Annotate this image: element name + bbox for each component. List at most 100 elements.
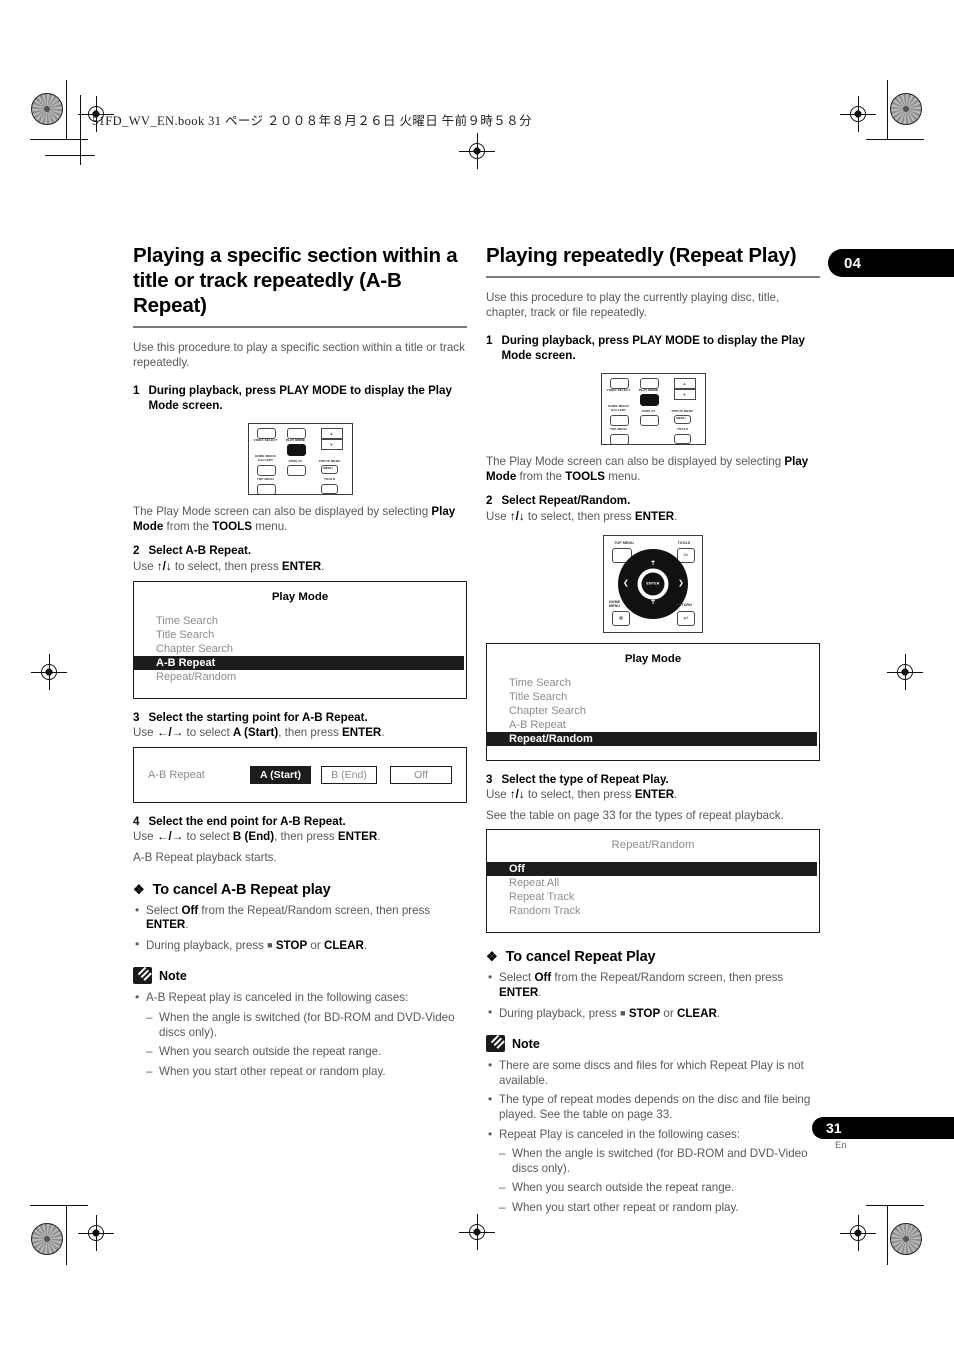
dpad-arrow-up-icon[interactable]: ✝ xyxy=(650,560,656,567)
remote2-label-play-mode: PLAY MODE xyxy=(639,388,658,393)
right-step-2-enter-key: ENTER xyxy=(634,509,675,523)
left-intro-text: Use this procedure to play a specific se… xyxy=(133,341,465,369)
right-play-mode-title: Play Mode xyxy=(624,652,682,665)
left-ab-repeat-screen: A-B Repeat A (Start) B (End) Off xyxy=(133,746,467,803)
right-step-2-arrow-icons: ↑/↓ xyxy=(509,509,525,523)
left-play-mode-item-4[interactable]: Repeat/Random xyxy=(134,670,466,684)
left-step-1: 1 During playback, press PLAY MODE to di… xyxy=(133,384,467,413)
left-play-mode-item-0[interactable]: Time Search xyxy=(134,614,466,628)
right-remote-caption: The Play Mode screen can also be display… xyxy=(486,455,820,484)
left-step-2: 2 Select A-B Repeat. xyxy=(133,544,467,559)
ab-repeat-chip-off[interactable]: Off xyxy=(390,765,452,784)
left-cancel-b1-enter: ENTER xyxy=(146,918,186,932)
right-intro-text: Use this procedure to play the currently… xyxy=(486,291,780,319)
diamond-icon: ❖ xyxy=(133,881,145,897)
left-remote-caption-tools: TOOLS xyxy=(212,519,252,533)
left-note-bullet: A-B Repeat play is canceled in the follo… xyxy=(133,990,467,1006)
dpad-enter-button[interactable]: ENTER xyxy=(641,572,665,596)
right-step-3-enter-key: ENTER xyxy=(634,788,675,802)
left-play-mode-title: Play Mode xyxy=(271,590,329,603)
right-repeat-item-0-selected[interactable]: Off xyxy=(487,862,817,877)
pencil-note-icon-right xyxy=(486,1035,505,1053)
left-remote-caption-c: from the xyxy=(163,519,213,533)
right-step-3-text: Select the type of Repeat Play. xyxy=(501,772,669,786)
left-cancel-b2-stop: STOP xyxy=(275,938,308,952)
right-step-1-number: 1 xyxy=(486,334,493,347)
right-cancel-bullet-1: Select Off from the Repeat/Random screen… xyxy=(486,970,820,1000)
dpad-button-return: ↩ xyxy=(677,610,695,626)
right-remote-caption-c: from the xyxy=(516,469,566,483)
left-play-mode-item-1[interactable]: Title Search xyxy=(134,628,466,642)
left-step-4-text: Select the end point for A-B Repeat. xyxy=(148,814,346,828)
left-cancel-heading: ❖ To cancel A-B Repeat play xyxy=(133,882,467,898)
right-play-mode-item-1[interactable]: Title Search xyxy=(487,690,819,704)
right-step-3-sub-b: to select, then press xyxy=(524,788,635,802)
right-step-1-text: During playback, press PLAY MODE to disp… xyxy=(501,334,805,362)
left-step-3-sub-a: Use xyxy=(133,726,157,740)
right-note-bullet-2: Repeat Play is canceled in the following… xyxy=(486,1127,820,1143)
right-cancel-b1-off: Off xyxy=(534,971,552,985)
stop-square-icon: ■ xyxy=(267,939,273,950)
left-cancel-b1-off: Off xyxy=(181,903,199,917)
ab-repeat-chip-b-end[interactable]: B (End) xyxy=(321,765,378,784)
left-remote-caption-e: menu. xyxy=(251,519,288,533)
right-note-header: Note xyxy=(486,1035,820,1053)
right-repeat-item-1[interactable]: Repeat All xyxy=(487,876,819,890)
right-cancel-b1-enter: ENTER xyxy=(499,985,539,999)
right-play-mode-item-2[interactable]: Chapter Search xyxy=(487,704,819,718)
remote-button-play-mode-highlight xyxy=(286,444,306,457)
pencil-note-icon xyxy=(133,967,152,985)
right-step-2-sub-c: . xyxy=(674,509,678,523)
left-note-dash-1: When you search outside the repeat range… xyxy=(133,1045,467,1060)
remote-diagram-play-mode-2: ▲ VIDEO SELECT PLAY MODE ▼ HOME MEDIA GA… xyxy=(600,373,706,446)
remote2-label-tools: TOOLS xyxy=(676,427,689,432)
right-remote-caption-tools: TOOLS xyxy=(565,469,605,483)
dpad-label-return: RETURN xyxy=(676,602,692,607)
left-heading-rule xyxy=(133,326,467,328)
left-step-2-sub-b: to select, then press xyxy=(171,559,282,573)
right-play-mode-item-0[interactable]: Time Search xyxy=(487,676,819,690)
left-step-2-sub-a: Use xyxy=(133,559,157,573)
left-cancel-b2-clear: CLEAR xyxy=(323,938,364,952)
left-play-mode-item-3-selected[interactable]: A-B Repeat xyxy=(134,655,464,670)
left-step-2-substep: Use ↑/↓ to select, then press ENTER. xyxy=(133,560,467,575)
remote-label-play-mode: PLAY MODE xyxy=(286,438,305,443)
right-step-3-sub-c: . xyxy=(674,788,678,802)
left-step-3-substep: Use ←/→ to select A (Start), then press … xyxy=(133,726,467,741)
stop-square-icon-right: ■ xyxy=(620,1007,626,1018)
remote-label-home-media-gallery: HOME MEDIA GALLERY xyxy=(254,454,277,462)
left-step-4-target: B (End) xyxy=(232,830,275,844)
right-step-2-number: 2 xyxy=(486,494,493,508)
remote2-button-tools xyxy=(673,434,691,445)
left-step-4: 4 Select the end point for A-B Repeat. xyxy=(133,815,467,830)
right-cancel-b2-stop: STOP xyxy=(628,1006,661,1020)
left-cancel-bullet-2: During playback, press ■ STOP or CLEAR. xyxy=(133,937,467,954)
right-play-mode-item-3[interactable]: A-B Repeat xyxy=(487,718,819,732)
left-cancel-heading-text: To cancel A-B Repeat play xyxy=(152,881,331,898)
left-remote-diagram-wrap: ▲ VIDEO SELECT PLAY MODE ▼ HOME MEDIA GA… xyxy=(133,423,467,496)
dpad-arrow-down-icon[interactable]: ✝ xyxy=(650,599,656,606)
right-repeat-item-3[interactable]: Random Track xyxy=(487,904,819,918)
page-number-tab: 31 xyxy=(812,1117,954,1139)
remote-label-display: DISPLAY xyxy=(288,459,303,464)
left-step-3-arrow-icons: ←/→ xyxy=(156,726,184,740)
right-column: Playing repeatedly (Repeat Play) Use thi… xyxy=(486,243,820,1220)
dpad-label-tools: TOOLS xyxy=(677,540,691,545)
left-step-2-arrow-icons: ↑/↓ xyxy=(156,559,172,573)
remote2-label-popup-menu: POPUP MENU xyxy=(671,409,694,414)
left-step-2-sub-c: . xyxy=(321,559,325,573)
right-cancel-heading-text: To cancel Repeat Play xyxy=(505,949,656,966)
dpad-arrow-right-icon[interactable]: ❯ xyxy=(678,580,684,587)
right-note-bullet-0: There are some discs and files for which… xyxy=(486,1058,820,1088)
right-play-mode-item-4-selected[interactable]: Repeat/Random xyxy=(487,731,817,746)
right-note-dash-2: When you start other repeat or random pl… xyxy=(486,1201,820,1216)
remote2-button-play-mode-highlight xyxy=(639,394,659,407)
left-play-mode-item-2[interactable]: Chapter Search xyxy=(134,642,466,656)
right-step-3-number: 3 xyxy=(486,772,493,786)
remote2-label-video-select: VIDEO SELECT xyxy=(606,388,631,393)
remote2-label-top-menu: TOP MENU xyxy=(609,427,628,432)
dpad-arrow-left-icon[interactable]: ❮ xyxy=(623,580,629,587)
ab-repeat-chip-a-start[interactable]: A (Start) xyxy=(250,765,312,784)
right-repeat-item-2[interactable]: Repeat Track xyxy=(487,890,819,904)
left-note-dash-0: When the angle is switched (for BD-ROM a… xyxy=(133,1011,467,1040)
